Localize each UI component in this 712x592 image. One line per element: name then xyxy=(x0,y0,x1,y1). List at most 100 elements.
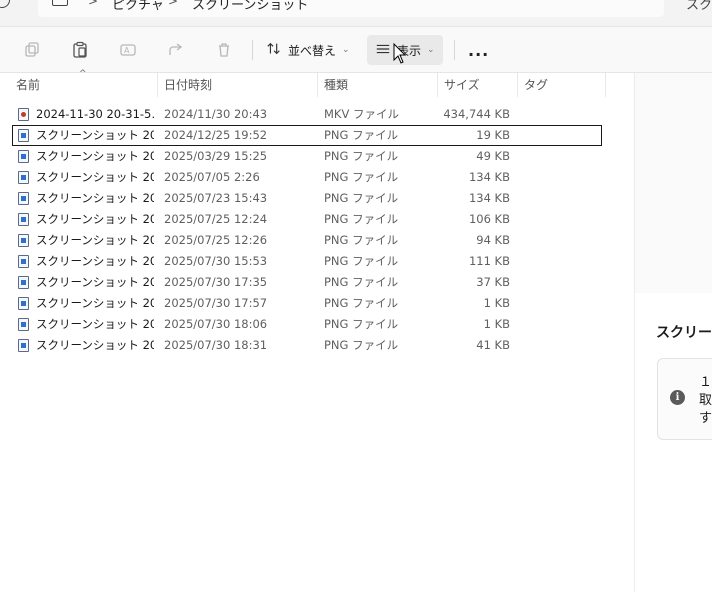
image-file-icon xyxy=(18,297,29,310)
file-type: PNG ファイル xyxy=(324,275,399,289)
file-size: 37 KB xyxy=(476,275,510,289)
this-pc-icon xyxy=(52,0,68,6)
share-icon[interactable] xyxy=(166,41,186,59)
toolbar-divider xyxy=(454,40,455,60)
file-name: スクリーンショット 2025… xyxy=(36,233,154,247)
info-line: す xyxy=(699,411,712,426)
search-input[interactable]: スク xyxy=(686,0,712,13)
file-date: 2025/07/25 12:24 xyxy=(164,212,268,226)
sort-label: 並べ替え xyxy=(288,43,337,58)
info-line: １ xyxy=(699,375,712,390)
info-icon: i xyxy=(670,390,685,405)
image-file-icon xyxy=(18,150,29,163)
file-type: PNG ファイル xyxy=(324,317,399,331)
file-date: 2025/07/30 18:06 xyxy=(164,317,268,331)
file-date: 2025/07/30 15:53 xyxy=(164,254,268,268)
column-header-type[interactable]: 種類 xyxy=(318,73,438,97)
file-size: 106 KB xyxy=(468,212,510,226)
file-date: 2025/07/30 17:57 xyxy=(164,296,268,310)
details-info-box: i １ 取 す xyxy=(657,358,712,440)
file-type: PNG ファイル xyxy=(324,149,399,163)
file-name: スクリーンショット 2025… xyxy=(36,317,154,331)
image-file-icon xyxy=(18,213,29,226)
file-name: スクリーンショット 2025… xyxy=(36,191,154,205)
more-options-icon[interactable]: ... xyxy=(468,41,489,60)
file-row[interactable]: スクリーンショット 2024… 2024/12/25 19:52 PNG ファイル 1… xyxy=(12,125,602,146)
column-header-size[interactable]: サイズ xyxy=(438,73,518,97)
file-row[interactable]: 2024-11-30 20-31-5… 2024/11/30 20:43 MKV フ… xyxy=(0,104,606,125)
video-file-icon xyxy=(18,108,29,121)
image-file-icon xyxy=(18,339,29,352)
file-size: 19 KB xyxy=(476,128,510,142)
file-date: 2024/11/30 20:43 xyxy=(164,107,268,121)
sort-button[interactable]: 並べ替え ⌄ xyxy=(258,35,358,65)
file-size: 41 KB xyxy=(476,338,510,352)
file-type: PNG ファイル xyxy=(324,170,399,184)
file-date: 2025/07/23 15:43 xyxy=(164,191,268,205)
svg-text:A: A xyxy=(124,46,130,55)
file-row[interactable]: スクリーンショット 2025… 2025/07/30 18:06 PNG ファイル 1… xyxy=(0,314,606,335)
column-header-name[interactable]: 名前 xyxy=(10,73,158,97)
mouse-cursor-icon xyxy=(393,43,407,64)
image-file-icon xyxy=(18,192,29,205)
breadcrumb-pictures[interactable]: ピクチャ xyxy=(112,0,164,13)
file-type: PNG ファイル xyxy=(324,191,399,205)
file-name: スクリーンショット 2024… xyxy=(36,128,154,142)
file-row[interactable]: スクリーンショット 2025… 2025/07/25 12:26 PNG ファイル 9… xyxy=(0,230,606,251)
file-type: PNG ファイル xyxy=(324,128,399,142)
view-list-icon xyxy=(375,41,391,60)
details-pane-title: スクリーン xyxy=(656,325,712,341)
file-date: 2025/07/05 2:26 xyxy=(164,170,260,184)
refresh-icon[interactable] xyxy=(0,0,10,8)
preview-area xyxy=(635,73,712,293)
breadcrumb-separator: > xyxy=(88,0,99,8)
file-type: PNG ファイル xyxy=(324,233,399,247)
file-name: スクリーンショット 2025… xyxy=(36,149,154,163)
image-file-icon xyxy=(18,234,29,247)
file-name: スクリーンショット 2025… xyxy=(36,296,154,310)
image-file-icon xyxy=(18,255,29,268)
file-type: PNG ファイル xyxy=(324,296,399,310)
rename-icon[interactable]: A xyxy=(118,41,138,59)
chevron-down-icon: ⌄ xyxy=(427,45,435,55)
file-type: PNG ファイル xyxy=(324,254,399,268)
file-row[interactable]: スクリーンショット 2025… 2025/07/30 17:57 PNG ファイル 1… xyxy=(0,293,606,314)
file-row[interactable]: スクリーンショット 2025… 2025/07/30 15:53 PNG ファイル 1… xyxy=(0,251,606,272)
delete-icon[interactable] xyxy=(214,41,234,59)
file-type: MKV ファイル xyxy=(324,107,399,121)
file-list: 2024-11-30 20-31-5… 2024/11/30 20:43 MKV フ… xyxy=(0,104,606,356)
column-header-tag[interactable]: タグ xyxy=(518,73,606,97)
image-file-icon xyxy=(18,129,29,142)
copy-icon[interactable] xyxy=(22,41,42,59)
file-size: 49 KB xyxy=(476,149,510,163)
file-row[interactable]: スクリーンショット 2025… 2025/07/30 18:31 PNG ファイル 4… xyxy=(0,335,606,356)
file-date: 2025/07/30 17:35 xyxy=(164,275,268,289)
file-name: スクリーンショット 2025… xyxy=(36,254,154,268)
file-name: スクリーンショット 2025… xyxy=(36,275,154,289)
file-date: 2025/07/30 18:31 xyxy=(164,338,268,352)
image-file-icon xyxy=(18,171,29,184)
file-date: 2025/03/29 15:25 xyxy=(164,149,268,163)
file-name: スクリーンショット 2025… xyxy=(36,170,154,184)
file-row[interactable]: スクリーンショット 2025… 2025/07/25 12:24 PNG ファイル 1… xyxy=(0,209,606,230)
address-bar: > ピクチャ > スクリーンショット スク xyxy=(0,0,712,27)
sort-icon xyxy=(266,41,282,60)
file-name: スクリーンショット 2025… xyxy=(36,212,154,226)
paste-icon[interactable] xyxy=(70,41,90,59)
column-header-date[interactable]: 日付時刻 xyxy=(158,73,318,97)
file-size: 111 KB xyxy=(468,254,510,268)
file-size: 94 KB xyxy=(476,233,510,247)
image-file-icon xyxy=(18,318,29,331)
file-name: 2024-11-30 20-31-5… xyxy=(36,107,154,121)
file-row[interactable]: スクリーンショット 2025… 2025/07/05 2:26 PNG ファイル 13… xyxy=(0,167,606,188)
file-row[interactable]: スクリーンショット 2025… 2025/07/23 15:43 PNG ファイル 1… xyxy=(0,188,606,209)
file-size: 434,744 KB xyxy=(443,107,510,121)
file-size: 1 KB xyxy=(483,317,510,331)
file-row[interactable]: スクリーンショット 2025… 2025/07/30 17:35 PNG ファイル 3… xyxy=(0,272,606,293)
breadcrumb-separator: > xyxy=(168,0,179,8)
file-date: 2025/07/25 12:26 xyxy=(164,233,268,247)
command-bar: A 並べ替え ⌄ 表示 ⌄ ... xyxy=(0,27,712,73)
file-row[interactable]: スクリーンショット 2025… 2025/03/29 15:25 PNG ファイル 4… xyxy=(0,146,606,167)
breadcrumb-screenshots[interactable]: スクリーンショット xyxy=(192,0,308,13)
file-type: PNG ファイル xyxy=(324,212,399,226)
